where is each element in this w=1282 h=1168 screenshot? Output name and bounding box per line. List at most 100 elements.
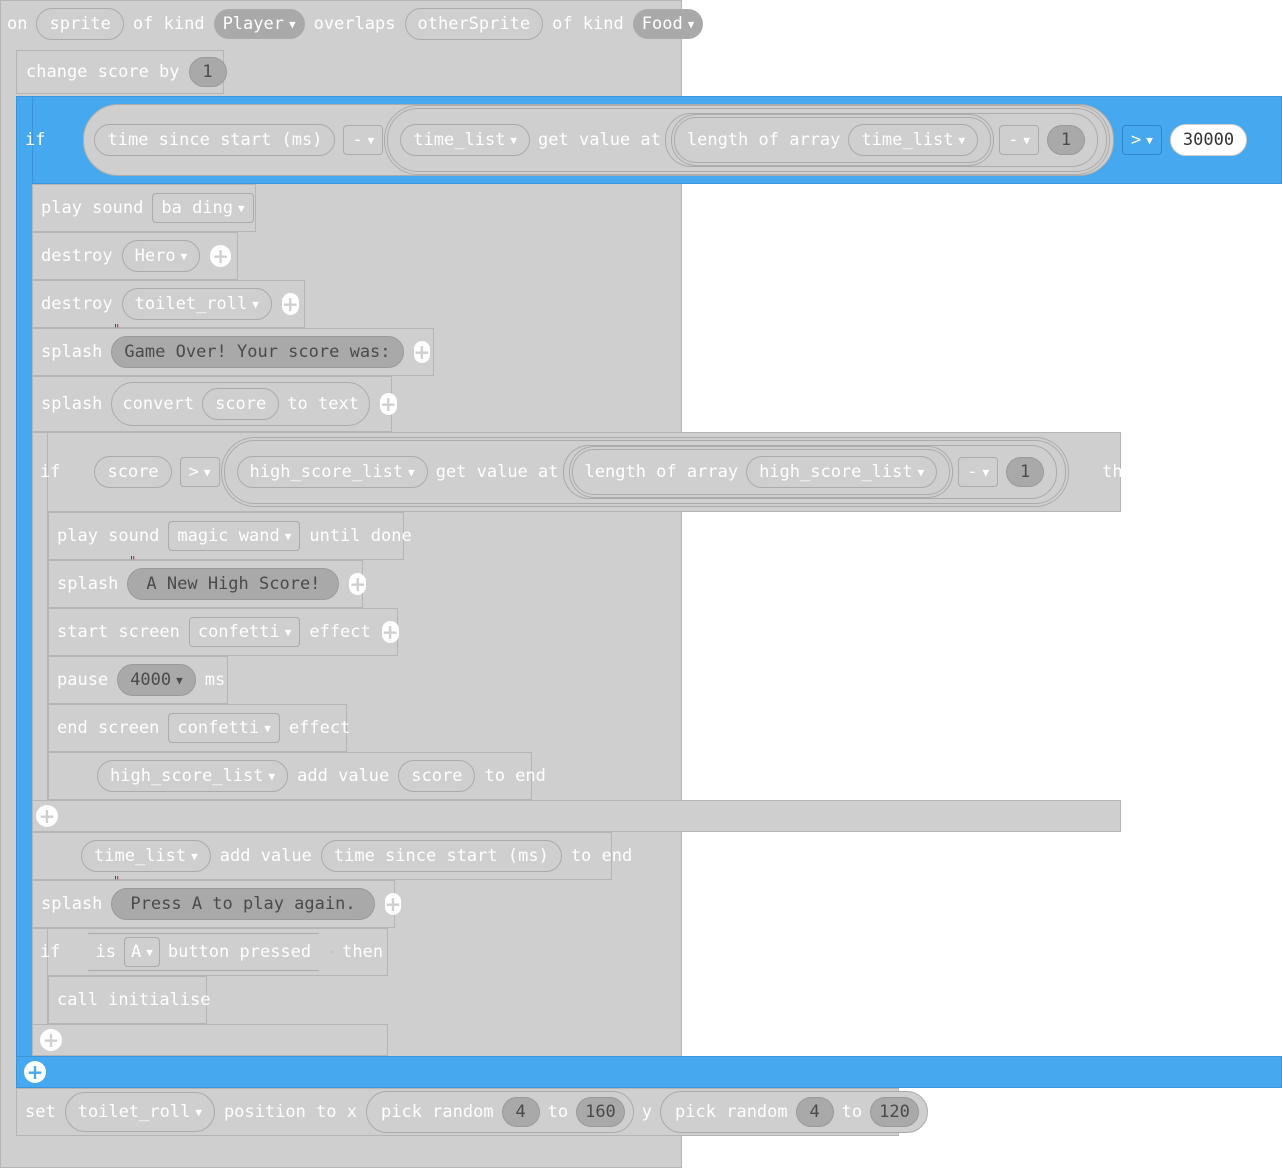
play-sound-until-done-block[interactable]: play sound magic wand ▼ until done — [48, 512, 412, 560]
add-icon[interactable]: + — [379, 393, 397, 415]
add-icon[interactable]: + — [381, 621, 399, 643]
pick-random-x[interactable]: pick random 4 to 160 — [366, 1091, 634, 1133]
add-icon[interactable]: + — [413, 341, 431, 363]
other-sprite-variable[interactable]: otherSprite — [404, 8, 544, 40]
greater-than-dropdown-2[interactable]: > ▼ — [179, 457, 220, 487]
time-list-dropdown[interactable]: time_list ▼ — [400, 124, 531, 156]
call-initialise-block[interactable]: call initialise — [48, 976, 211, 1024]
pause-duration-dropdown[interactable]: 4000 ▼ — [117, 664, 196, 696]
sprite-variable[interactable]: sprite — [36, 8, 124, 40]
time-since-start-block[interactable]: time since start (ms) — [94, 124, 336, 156]
to-text-label: to text — [287, 394, 359, 414]
magic-wand-dropdown[interactable]: magic wand ▼ — [168, 521, 301, 551]
pick-random-label: pick random — [381, 1102, 494, 1122]
game-over-text[interactable]: Game Over! Your score was: — [111, 336, 404, 368]
if-button-footer[interactable] — [32, 1024, 388, 1056]
chevron-down-icon: ▼ — [982, 465, 990, 479]
if-main-footer[interactable] — [16, 1056, 1282, 1088]
add-icon[interactable]: + — [24, 1061, 46, 1083]
add-icon[interactable]: + — [384, 893, 402, 915]
button-pressed-block[interactable]: is A ▼ button pressed — [74, 933, 332, 971]
high-score-list-dropdown-3[interactable]: high_score_list ▼ — [97, 760, 289, 792]
change-score-block[interactable]: change score by 1 — [16, 50, 227, 94]
x-min-value[interactable]: 4 — [501, 1097, 540, 1127]
x-max-value[interactable]: 160 — [576, 1097, 625, 1127]
score-variable-3[interactable]: score — [398, 760, 476, 792]
add-icon[interactable]: + — [281, 293, 299, 315]
sound-dropdown[interactable]: ba ding ▼ — [152, 193, 254, 223]
minus-operator-dropdown[interactable]: - ▼ — [343, 125, 384, 155]
start-screen-label: start screen — [57, 622, 180, 642]
time-list-dropdown-3[interactable]: time_list ▼ — [81, 840, 211, 872]
greater-than-dropdown[interactable]: > ▼ — [1122, 125, 1162, 155]
pause-duration-value: 4000 — [130, 670, 172, 690]
quote-icon: " — [129, 554, 137, 568]
score-variable[interactable]: score — [202, 388, 280, 420]
kind-food-dropdown[interactable]: Food ▼ — [632, 9, 704, 39]
add-icon[interactable]: + — [349, 573, 367, 595]
start-effect-block[interactable]: start screen confetti ▼ effect + — [48, 608, 399, 656]
button-dropdown[interactable]: A ▼ — [124, 937, 160, 967]
kind-player-dropdown[interactable]: Player ▼ — [213, 9, 305, 39]
add-icon[interactable]: + — [210, 245, 231, 267]
then-label-3: then — [342, 942, 384, 962]
index-offset-value[interactable]: 1 — [1047, 125, 1086, 155]
quote-icon: " — [113, 874, 121, 888]
splash-game-over-block[interactable]: splash Game Over! Your score was: + — [32, 328, 434, 376]
length-of-array-label: length of array — [686, 130, 841, 150]
change-score-value[interactable]: 1 — [188, 57, 227, 87]
minus-value-2: - — [1008, 130, 1019, 150]
confetti-dropdown-2[interactable]: confetti ▼ — [168, 713, 280, 743]
convert-to-text-block[interactable]: convert score to text — [111, 382, 370, 426]
score-variable-2[interactable]: score — [94, 456, 172, 488]
get-value-at-block[interactable]: time_list ▼ get value at length of array … — [387, 108, 1108, 172]
play-sound-block[interactable]: play sound ba ding ▼ — [32, 184, 256, 232]
comparison-block[interactable]: time since start (ms) - ▼ time_list ▼ get … — [75, 104, 1259, 176]
minus-operator-dropdown-3[interactable]: - ▼ — [958, 457, 999, 487]
play-again-text[interactable]: Press A to play again. — [111, 888, 375, 920]
y-min-value[interactable]: 4 — [795, 1097, 834, 1127]
time-list-dropdown-2[interactable]: time_list ▼ — [848, 124, 979, 156]
chevron-down-icon: ▼ — [367, 133, 375, 147]
effect-label: effect — [309, 622, 371, 642]
toilet-roll-dropdown-2[interactable]: toilet_roll ▼ — [64, 1092, 215, 1132]
threshold-value[interactable]: 30000 — [1169, 124, 1248, 156]
high-score-list-dropdown-2[interactable]: high_score_list ▼ — [746, 456, 938, 488]
add-icon[interactable]: + — [36, 805, 58, 827]
new-high-score-text[interactable]: A New High Score! — [127, 568, 340, 600]
end-effect-block[interactable]: end screen confetti ▼ effect — [48, 704, 350, 752]
toilet-roll-dropdown[interactable]: toilet_roll ▼ — [121, 288, 272, 320]
set-position-block[interactable]: set toilet_roll ▼ position to x pick rand… — [16, 1088, 928, 1136]
confetti-dropdown[interactable]: confetti ▼ — [188, 617, 301, 647]
splash-convert-block[interactable]: splash convert score to text + — [32, 376, 397, 432]
if-high-score-footer[interactable] — [32, 800, 1121, 832]
length-of-array-block[interactable]: length of array time_list ▼ — [673, 117, 992, 163]
add-icon[interactable]: + — [40, 1029, 62, 1051]
index-subtraction-block[interactable]: length of array time_list ▼ - ▼ 1 — [664, 113, 1099, 167]
add-time-block[interactable]: time_list ▼ add value time since start (m… — [32, 832, 632, 880]
high-score-comparison[interactable]: score > ▼ high_score_list ▼ get value at l… — [84, 437, 1072, 507]
y-max-value[interactable]: 120 — [870, 1097, 919, 1127]
destroy-hero-block[interactable]: destroy Hero ▼ + — [32, 232, 238, 280]
splash-play-again-block[interactable]: splash Press A to play again. + — [32, 880, 402, 928]
subtraction-block[interactable]: time since start (ms) - ▼ time_list ▼ get … — [83, 104, 1115, 176]
destroy-toilet-roll-block[interactable]: destroy toilet_roll ▼ + — [32, 280, 305, 328]
high-index-offset-value[interactable]: 1 — [1006, 457, 1045, 487]
add-high-score-block[interactable]: high_score_list ▼ add value score to end — [48, 752, 546, 800]
hero-dropdown[interactable]: Hero ▼ — [121, 240, 201, 272]
event-header[interactable]: on sprite of kind Player ▼ overlaps other… — [2, 6, 707, 42]
pause-block[interactable]: pause 4000 ▼ ms — [48, 656, 228, 704]
of-kind-label-2: of kind — [552, 14, 624, 34]
high-score-list-dropdown[interactable]: high_score_list ▼ — [236, 456, 428, 488]
destroy-label: destroy — [41, 246, 113, 266]
high-score-get-value-block[interactable]: high_score_list ▼ get value at length of … — [223, 440, 1067, 504]
pick-random-y[interactable]: pick random 4 to 120 — [660, 1091, 928, 1133]
high-index-subtraction-block[interactable]: length of array high_score_list ▼ - ▼ 1 — [562, 445, 1058, 499]
button-pressed-label: button pressed — [167, 942, 312, 962]
high-length-of-array-block[interactable]: length of array high_score_list ▼ — [571, 449, 951, 495]
splash-new-high-score-block[interactable]: splash A New High Score! + — [48, 560, 367, 608]
high-score-list-value: high_score_list — [249, 462, 404, 482]
minus-operator-dropdown-2[interactable]: - ▼ — [999, 125, 1040, 155]
time-since-start-block-2[interactable]: time since start (ms) — [320, 840, 562, 872]
chevron-down-icon: ▼ — [687, 17, 695, 31]
